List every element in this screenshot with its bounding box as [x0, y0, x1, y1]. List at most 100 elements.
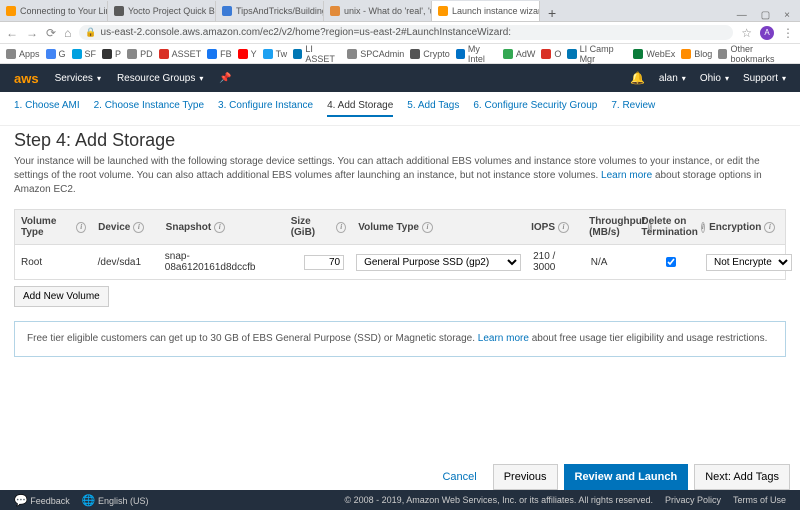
bookmark-item[interactable]: PD	[127, 49, 153, 59]
bookmark-icon	[293, 49, 302, 59]
bookmark-item[interactable]: My Intel	[456, 44, 497, 64]
chevron-down-icon: ▾	[725, 74, 729, 83]
next-button[interactable]: Next: Add Tags	[694, 464, 790, 490]
step-add-tags[interactable]: 5. Add Tags	[407, 100, 459, 117]
chevron-down-icon: ▾	[682, 74, 686, 83]
close-window-icon[interactable]: ×	[784, 10, 790, 21]
volume-type-select[interactable]: General Purpose SSD (gp2)	[356, 254, 521, 271]
info-icon[interactable]: i	[336, 222, 346, 233]
browser-tab[interactable]: unix - What do 'real', 'user' an×	[324, 1, 432, 21]
step-review[interactable]: 7. Review	[611, 100, 655, 117]
bookmark-item[interactable]: Tw	[263, 49, 288, 59]
star-icon[interactable]: ☆	[741, 26, 752, 40]
terms-of-use-link[interactable]: Terms of Use	[733, 495, 786, 505]
review-and-launch-button[interactable]: Review and Launch	[564, 464, 689, 490]
tab-label: TipsAndTricks/Building core-i	[236, 6, 324, 16]
bookmark-item[interactable]: G	[46, 49, 66, 59]
step-configure-instance[interactable]: 3. Configure Instance	[218, 100, 313, 117]
lock-icon: 🔒	[85, 27, 96, 38]
reload-icon[interactable]: ⟳	[46, 26, 56, 40]
support-menu[interactable]: Support▾	[743, 73, 786, 84]
account-menu[interactable]: alan▾	[659, 73, 686, 84]
address-bar[interactable]: 🔒 us-east-2.console.aws.amazon.com/ec2/v…	[79, 25, 733, 40]
bookmark-icon	[541, 49, 551, 59]
aws-footer: 💬 Feedback 🌐 English (US) © 2008 - 2019,…	[0, 490, 800, 510]
bookmark-item[interactable]: AdW	[503, 49, 536, 59]
wizard-steps: 1. Choose AMI 2. Choose Instance Type 3.…	[0, 92, 800, 126]
step-configure-security-group[interactable]: 6. Configure Security Group	[473, 100, 597, 117]
previous-button[interactable]: Previous	[493, 464, 558, 490]
bookmark-item[interactable]: WebEx	[633, 49, 675, 59]
bookmark-icon	[46, 49, 56, 59]
favicon-icon	[114, 6, 124, 16]
browser-tab[interactable]: TipsAndTricks/Building core-i×	[216, 1, 324, 21]
profile-avatar[interactable]: A	[760, 26, 774, 40]
apps-button[interactable]: Apps	[6, 49, 40, 59]
learn-more-link[interactable]: Learn more	[478, 333, 529, 344]
apps-icon	[6, 49, 16, 59]
info-icon[interactable]: i	[214, 222, 225, 233]
privacy-policy-link[interactable]: Privacy Policy	[665, 495, 721, 505]
aws-logo[interactable]: aws	[14, 71, 39, 86]
encryption-select[interactable]: Not Encrypte	[706, 254, 792, 271]
window-controls: — ▢ ×	[727, 10, 800, 21]
info-icon[interactable]: i	[133, 222, 144, 233]
bookmark-item[interactable]: O	[541, 49, 561, 59]
bookmark-icon	[347, 49, 357, 59]
wizard-footer-buttons: Cancel Previous Review and Launch Next: …	[432, 464, 790, 490]
chevron-down-icon: ▾	[782, 74, 786, 83]
bookmark-icon	[681, 49, 691, 59]
minimize-icon[interactable]: —	[737, 10, 747, 21]
step-choose-ami[interactable]: 1. Choose AMI	[14, 100, 80, 117]
col-snapshot: Snapshot	[166, 222, 212, 233]
bookmark-item[interactable]: ASSET	[159, 49, 202, 59]
tab-label: Launch instance wizard | EC2	[452, 6, 540, 16]
other-bookmarks[interactable]: Other bookmarks	[718, 44, 794, 64]
info-icon[interactable]: i	[764, 222, 775, 233]
bookmark-icon	[238, 49, 248, 59]
bookmark-icon	[159, 49, 169, 59]
services-menu[interactable]: Services▾	[55, 73, 101, 84]
learn-more-link[interactable]: Learn more	[601, 170, 652, 181]
cancel-button[interactable]: Cancel	[432, 465, 486, 489]
bell-icon[interactable]: 🔔	[630, 71, 645, 85]
favicon-icon	[438, 6, 448, 16]
bookmark-item[interactable]: P	[102, 49, 121, 59]
browser-tab-active[interactable]: Launch instance wizard | EC2×	[432, 1, 540, 21]
feedback-link[interactable]: 💬 Feedback	[14, 494, 70, 507]
forward-icon[interactable]: →	[26, 26, 38, 40]
info-icon[interactable]: i	[558, 222, 569, 233]
back-icon[interactable]: ←	[6, 26, 18, 40]
menu-icon[interactable]: ⋮	[782, 26, 794, 40]
page-description: Your instance will be launched with the …	[14, 155, 786, 197]
browser-tab[interactable]: Yocto Project Quick Build×	[108, 1, 216, 21]
copyright-text: © 2008 - 2019, Amazon Web Services, Inc.…	[345, 495, 653, 505]
bookmark-item[interactable]: LI Camp Mgr	[567, 44, 627, 64]
bookmark-item[interactable]: SPCAdmin	[347, 49, 404, 59]
bookmark-item[interactable]: SF	[72, 49, 97, 59]
info-icon[interactable]: i	[422, 222, 433, 233]
step-add-storage[interactable]: 4. Add Storage	[327, 100, 393, 117]
browser-toolbar: ← → ⟳ ⌂ 🔒 us-east-2.console.aws.amazon.c…	[0, 22, 800, 44]
bookmark-item[interactable]: LI ASSET	[293, 44, 341, 64]
col-size: Size (GiB)	[291, 216, 333, 238]
info-icon[interactable]: i	[76, 222, 86, 233]
add-new-volume-button[interactable]: Add New Volume	[14, 286, 109, 307]
bookmark-item[interactable]: Y	[238, 49, 257, 59]
bookmark-item[interactable]: Blog	[681, 49, 712, 59]
size-input[interactable]	[304, 255, 344, 270]
bookmark-icon	[102, 49, 112, 59]
pin-icon[interactable]: 📌	[219, 73, 231, 84]
region-menu[interactable]: Ohio▾	[700, 73, 729, 84]
new-tab-button[interactable]: +	[540, 5, 564, 21]
maximize-icon[interactable]: ▢	[761, 10, 770, 21]
home-icon[interactable]: ⌂	[64, 26, 71, 40]
browser-tab[interactable]: Connecting to Your Linux Inst×	[0, 1, 108, 21]
language-selector[interactable]: 🌐 English (US)	[82, 494, 149, 507]
delete-on-termination-checkbox[interactable]	[666, 257, 676, 267]
bookmark-item[interactable]: FB	[207, 49, 232, 59]
bookmark-icon	[503, 49, 513, 59]
resource-groups-menu[interactable]: Resource Groups▾	[117, 73, 203, 84]
step-choose-instance-type[interactable]: 2. Choose Instance Type	[94, 100, 204, 117]
bookmark-item[interactable]: Crypto	[410, 49, 450, 59]
